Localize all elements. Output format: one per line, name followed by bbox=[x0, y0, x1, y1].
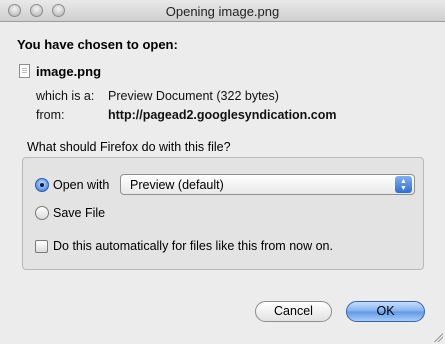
download-dialog-window: Opening image.png You have chosen to ope… bbox=[0, 0, 445, 344]
action-question: What should Firefox do with this file? bbox=[27, 140, 231, 154]
title-bar[interactable]: Opening image.png bbox=[0, 0, 445, 22]
document-icon bbox=[19, 64, 30, 78]
ok-button[interactable]: OK bbox=[346, 301, 425, 322]
resize-grip[interactable] bbox=[433, 332, 443, 342]
auto-action-checkbox[interactable] bbox=[35, 240, 48, 253]
save-file-radio[interactable] bbox=[35, 206, 49, 220]
up-down-arrows-icon: ▲ ▼ bbox=[395, 176, 412, 193]
application-select-value: Preview (default) bbox=[130, 178, 224, 192]
open-with-label[interactable]: Open with bbox=[53, 178, 109, 192]
file-source-row: from: http://pagead2.googlesyndication.co… bbox=[36, 108, 337, 122]
auto-action-label[interactable]: Do this automatically for files like thi… bbox=[53, 239, 333, 253]
application-select[interactable]: Preview (default) ▲ ▼ bbox=[120, 174, 415, 195]
file-type-value: Preview Document (322 bytes) bbox=[108, 89, 279, 103]
save-file-label[interactable]: Save File bbox=[53, 206, 105, 220]
open-with-radio[interactable] bbox=[35, 178, 49, 192]
file-type-row: which is a: Preview Document (322 bytes) bbox=[36, 89, 279, 103]
window-title: Opening image.png bbox=[165, 4, 280, 19]
file-type-label: which is a: bbox=[36, 89, 95, 103]
dialog-heading: You have chosen to open: bbox=[17, 37, 178, 52]
file-source-label: from: bbox=[36, 108, 65, 122]
file-name: image.png bbox=[36, 64, 102, 79]
file-source-value: http://pagead2.googlesyndication.com bbox=[108, 108, 337, 122]
cancel-button[interactable]: Cancel bbox=[255, 301, 332, 322]
